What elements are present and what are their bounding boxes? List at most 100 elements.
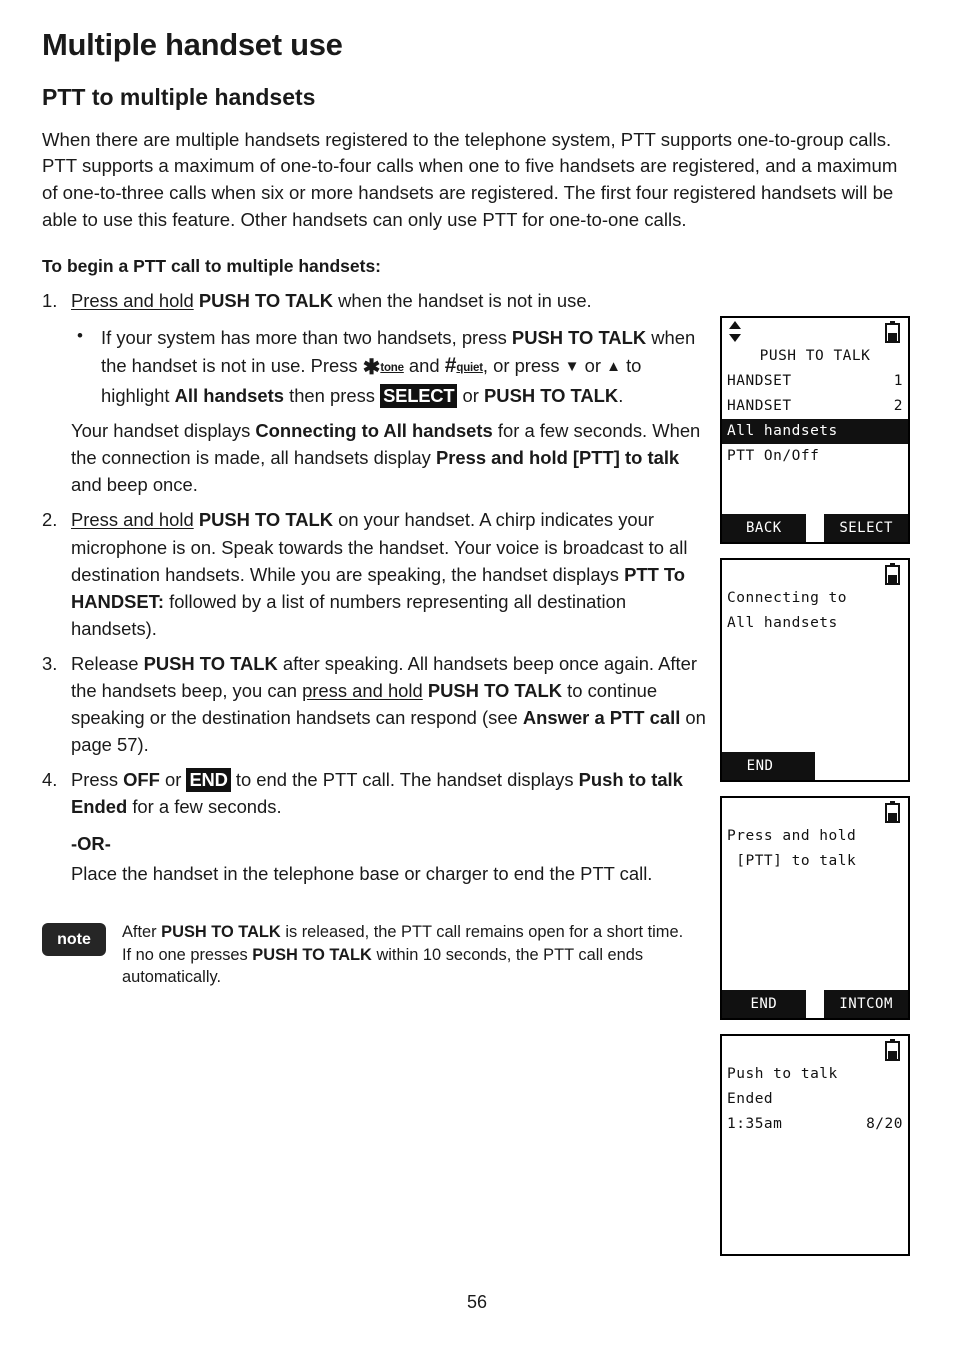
- softkey-empty-area: [815, 752, 908, 780]
- bullet-text-e: , or press: [482, 355, 565, 377]
- lcd-menu-row-ptt-on-off[interactable]: PTT On/Off: [722, 444, 908, 469]
- step-item-1: 1. Press and hold PUSH TO TALK when the …: [42, 287, 712, 498]
- lcd-softkey-bar: END: [722, 752, 908, 780]
- lcd-body: Press and hold [PTT] to talk: [722, 798, 908, 990]
- intro-paragraph: When there are multiple handsets registe…: [42, 128, 898, 231]
- lcd-status-bar: [722, 1036, 908, 1062]
- lcd-message-line-2: [PTT] to talk: [727, 853, 857, 869]
- lcd-body: Push to talk Ended 1:35am 8/20: [722, 1036, 908, 1254]
- end-softkey-badge: END: [186, 767, 231, 792]
- subpara-bold-d: Press and hold [PTT] to talk: [435, 447, 680, 469]
- step-item-2: 2. Press and hold PUSH TO TALK on your h…: [42, 506, 712, 641]
- softkey-gap: [805, 990, 825, 1018]
- step-number: 1.: [42, 290, 58, 312]
- bullet-bold-h: All handsets: [174, 385, 284, 407]
- step2-underline: Press and hold: [71, 509, 194, 531]
- lcd-softkey-bar: END INTCOM: [722, 990, 908, 1018]
- step3-text-a: Release: [71, 652, 144, 674]
- list-item: • If your system has more than two handse…: [71, 324, 712, 409]
- battery-half-icon: [885, 563, 900, 585]
- step-number: 2.: [42, 509, 58, 531]
- lcd-time: 1:35am: [727, 1116, 783, 1132]
- lcd-title: PUSH TO TALK: [759, 348, 871, 364]
- softkey-select[interactable]: SELECT: [824, 514, 908, 542]
- lcd-screen-ptt-menu: PUSH TO TALK HANDSET 1 HANDSET 2 All han…: [720, 316, 910, 544]
- step3-bold-h: Answer a PTT call: [522, 706, 681, 728]
- lcd-screen-press-and-hold: Press and hold [PTT] to talk END INTCOM: [720, 796, 910, 1020]
- bullet-bold-b: PUSH TO TALK: [511, 327, 647, 349]
- up-down-arrows-icon: [729, 321, 741, 342]
- step-item-3: 3. Release PUSH TO TALK after speaking. A…: [42, 650, 712, 758]
- softkey-dark-fill: [798, 752, 815, 780]
- bullet-bold-k: PUSH TO TALK: [484, 385, 619, 407]
- procedure-steps: 1. Press and hold PUSH TO TALK when the …: [42, 287, 712, 820]
- lcd-message-line-2: All handsets: [727, 615, 838, 631]
- note-bold-d: PUSH TO TALK: [252, 945, 372, 964]
- step3-underline-d: press and hold: [302, 679, 423, 701]
- select-softkey-badge: SELECT: [380, 384, 458, 409]
- hash-sub-label: quiet: [456, 362, 483, 375]
- bullet-text-i: then press: [283, 385, 381, 407]
- or-separator-label: -OR-: [71, 833, 111, 854]
- battery-half-icon: [885, 1039, 900, 1061]
- bullet-dot: •: [77, 326, 83, 346]
- lcd-clock-row: 1:35am 8/20: [722, 1112, 908, 1137]
- manual-page: Multiple handset use PTT to multiple han…: [0, 0, 954, 1354]
- subpara-text-a: Your handset displays: [71, 420, 256, 442]
- bullet-text-j: or: [457, 385, 485, 407]
- lcd-menu-row-handset-1: HANDSET 1: [722, 369, 908, 394]
- lcd-status-bar: [722, 798, 908, 824]
- bullet-text-f: or: [579, 355, 607, 377]
- row-label: HANDSET: [727, 373, 792, 389]
- step-number: 3.: [42, 652, 58, 674]
- lcd-message-line-2: Ended: [727, 1091, 774, 1107]
- softkey-gap: [805, 514, 825, 542]
- lcd-date: 8/20: [866, 1116, 903, 1132]
- note-text-a: After: [122, 923, 162, 942]
- bullet-text-l: .: [618, 385, 624, 407]
- lcd-message-line-1: Press and hold: [727, 828, 857, 844]
- lcd-screen-connecting: Connecting to All handsets END: [720, 558, 910, 782]
- step-item-4: 4. Press OFF or END to end the PTT call. …: [42, 766, 712, 820]
- step1-tail: when the handset is not in use.: [333, 290, 592, 312]
- softkey-intcom[interactable]: INTCOM: [824, 990, 908, 1018]
- row-label: HANDSET: [727, 398, 792, 414]
- page-title: Multiple handset use: [42, 27, 343, 62]
- bullet-text-d: and: [403, 355, 445, 377]
- lcd-menu-row-all-handsets-selected[interactable]: All handsets: [722, 419, 908, 444]
- step3-bold-b: PUSH TO TALK: [143, 652, 278, 674]
- or-alternative-text: Place the handset in the telephone base …: [71, 863, 653, 884]
- step4-text-a: Press: [71, 768, 124, 790]
- lcd-softkey-bar: BACK SELECT: [722, 514, 908, 542]
- step1-bullet-list: • If your system has more than two handse…: [71, 324, 712, 409]
- step1-bold-key: PUSH TO TALK: [198, 290, 333, 312]
- bullet-text-a: If your system has more than two handset…: [101, 327, 512, 349]
- softkey-back[interactable]: BACK: [722, 514, 806, 542]
- note-text: After PUSH TO TALK is released, the PTT …: [122, 921, 692, 989]
- lcd-screen-illustrations: PUSH TO TALK HANDSET 1 HANDSET 2 All han…: [720, 316, 912, 1270]
- step3-bold-f: PUSH TO TALK: [427, 679, 563, 701]
- step2-bold-key: PUSH TO TALK: [198, 509, 333, 531]
- star-sub-label: tone: [380, 362, 404, 375]
- step1-underline: Press and hold: [71, 290, 194, 312]
- lcd-message-line-1: Connecting to: [727, 590, 847, 606]
- row-value: 1: [893, 373, 903, 389]
- row-value: 2: [893, 398, 903, 414]
- subpara-bold-b: Connecting to All handsets: [255, 420, 493, 442]
- hash-quiet-key-icon: #quiet: [444, 354, 483, 378]
- softkey-end[interactable]: END: [722, 990, 806, 1018]
- lcd-screen-ptt-ended: Push to talk Ended 1:35am 8/20: [720, 1034, 910, 1256]
- battery-half-icon: [885, 801, 900, 823]
- hash-glyph: #: [444, 354, 457, 378]
- lcd-body: PUSH TO TALK HANDSET 1 HANDSET 2 All han…: [722, 318, 908, 514]
- lcd-status-bar: [722, 560, 908, 586]
- page-number: 56: [466, 1292, 488, 1312]
- procedure-lead-in: To begin a PTT call to multiple handsets…: [42, 256, 382, 277]
- step4-text-f: for a few seconds.: [127, 795, 282, 817]
- section-heading: PTT to multiple handsets: [42, 84, 316, 111]
- text-column: Multiple handset use PTT to multiple han…: [42, 27, 897, 989]
- step4-text-d: to end the PTT call. The handset display…: [230, 768, 579, 790]
- softkey-end[interactable]: END: [722, 752, 799, 780]
- star-glyph: ✱: [362, 356, 381, 380]
- lcd-body: Connecting to All handsets: [722, 560, 908, 752]
